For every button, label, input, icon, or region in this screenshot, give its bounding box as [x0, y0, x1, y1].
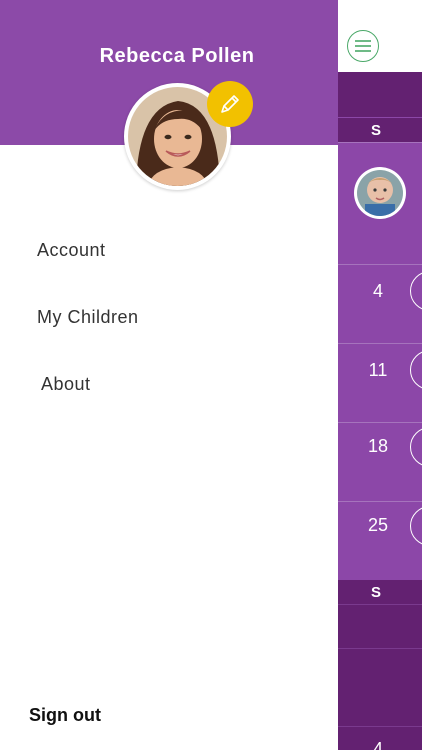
- menu-item-my-children[interactable]: My Children: [37, 307, 139, 328]
- day-circle[interactable]: [410, 271, 422, 311]
- week-number: 25: [367, 515, 389, 535]
- user-name: Rebecca Pollen: [99, 45, 255, 67]
- menu-item-account[interactable]: Account: [37, 240, 106, 261]
- day-header: S: [338, 118, 422, 142]
- week-number: 11: [368, 360, 388, 380]
- day-circle[interactable]: [410, 506, 422, 546]
- menu-item-about[interactable]: About: [41, 374, 91, 395]
- day-circle[interactable]: [410, 350, 422, 390]
- child-avatar[interactable]: [354, 167, 406, 219]
- week-number: 18: [367, 436, 389, 456]
- calendar-week-row[interactable]: 11: [338, 343, 422, 422]
- calendar-week-row[interactable]: [338, 142, 422, 264]
- day-circle[interactable]: [410, 427, 422, 467]
- calendar-week-row[interactable]: 4: [338, 726, 422, 750]
- calendar-week-row[interactable]: [338, 648, 422, 726]
- week-number: 4: [372, 739, 383, 750]
- day-header: S: [338, 580, 422, 604]
- calendar-week-row[interactable]: [338, 604, 422, 648]
- side-drawer: Rebecca Pollen Account My Children About…: [0, 0, 338, 750]
- pencil-icon: [221, 95, 239, 113]
- calendar-month-band: [338, 72, 422, 117]
- week-number: 4: [372, 281, 383, 301]
- sign-out-button[interactable]: Sign out: [29, 705, 101, 726]
- calendar-week-row[interactable]: 4: [338, 264, 422, 343]
- calendar-week-row[interactable]: 25: [338, 501, 422, 579]
- app-screen: S 4 11 18 25 S 4 Rebecca Pollen Account …: [0, 0, 422, 750]
- calendar-panel: S 4 11 18 25 S 4: [338, 0, 422, 750]
- calendar-week-row[interactable]: 18: [338, 422, 422, 501]
- edit-profile-button[interactable]: [207, 81, 253, 127]
